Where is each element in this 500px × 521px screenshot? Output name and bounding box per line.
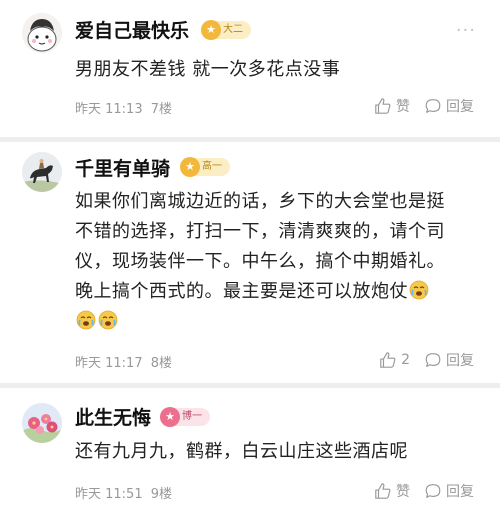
chat-bubble-icon xyxy=(425,353,441,367)
like-label: 赞 xyxy=(396,484,410,500)
like-label: 赞 xyxy=(396,99,410,115)
comment-actions: 2 回复 xyxy=(365,350,474,370)
laughing-tears-emoji-icon xyxy=(76,310,96,330)
chat-bubble-icon xyxy=(425,484,441,498)
badge-label: 博一 xyxy=(182,411,202,422)
thumbs-up-icon xyxy=(380,352,396,368)
comment-text: 男朋友不差钱 就一次多花点没事 xyxy=(75,55,475,85)
comment-card: 此生无悔 ★ 博一 还有九月九，鹤群，白云山庄这些酒店呢 昨天 11:51 9楼… xyxy=(0,388,500,521)
username[interactable]: 千里有单骑 xyxy=(75,154,170,181)
comment-text-line: 还有九月九，鹤群，白云山庄这些酒店呢 xyxy=(75,441,408,462)
star-icon: ★ xyxy=(180,157,200,177)
comment-actions: 赞 回复 xyxy=(360,481,474,501)
reply-label: 回复 xyxy=(446,99,474,115)
level-badge: ★ 高一 xyxy=(180,157,230,177)
floor-number: 9楼 xyxy=(150,487,173,502)
comment-actions: 赞 回复 xyxy=(360,96,474,116)
like-count: 2 xyxy=(401,352,410,368)
like-button[interactable]: 赞 xyxy=(374,96,410,116)
reply-button[interactable]: 回复 xyxy=(424,481,474,501)
floor-number: 7楼 xyxy=(150,102,173,117)
avatar-horse-rider-icon xyxy=(22,152,62,192)
chat-bubble-icon xyxy=(425,99,441,113)
reply-button[interactable]: 回复 xyxy=(424,96,474,116)
timestamp: 昨天 11:13 xyxy=(75,102,143,117)
level-badge: ★ 博一 xyxy=(160,407,210,427)
reply-label: 回复 xyxy=(446,484,474,500)
comment-meta: 昨天 11:13 7楼 xyxy=(75,98,176,117)
username[interactable]: 爱自己最快乐 xyxy=(75,16,189,43)
comment-text-line: 晚上搞个西式的。最主要是还可以放炮仗 xyxy=(75,281,408,302)
star-icon: ★ xyxy=(160,407,180,427)
comment-text-line: 不错的选择，打扫一下，清清爽爽的，请个司 xyxy=(75,221,445,242)
badge-label: 高一 xyxy=(202,161,222,172)
comment-meta: 昨天 11:51 9楼 xyxy=(75,483,176,502)
laughing-tears-emoji-icon xyxy=(409,280,429,300)
thumbs-up-icon xyxy=(375,98,391,114)
comment-text: 还有九月九，鹤群，白云山庄这些酒店呢 xyxy=(75,437,475,467)
comment-text: 如果你们离城边近的话，乡下的大会堂也是挺 不错的选择，打扫一下，清清爽爽的，请个… xyxy=(75,187,475,337)
comment-card: 千里有单骑 ★ 高一 如果你们离城边近的话，乡下的大会堂也是挺 不错的选择，打扫… xyxy=(0,142,500,383)
comment-meta: 昨天 11:17 8楼 xyxy=(75,352,176,371)
like-button[interactable]: 赞 xyxy=(374,481,410,501)
comment-text-line: 男朋友不差钱 就一次多花点没事 xyxy=(75,59,341,80)
more-icon[interactable]: ··· xyxy=(456,20,476,41)
avatar-cartoon-icon xyxy=(22,13,62,53)
avatar[interactable] xyxy=(22,152,62,192)
badge-label: 大二 xyxy=(223,24,243,35)
comment-card: 爱自己最快乐 ★ 大二 ··· 男朋友不差钱 就一次多花点没事 昨天 11:13… xyxy=(0,0,500,137)
avatar[interactable] xyxy=(22,13,62,53)
avatar-flowers-icon xyxy=(22,403,62,443)
timestamp: 昨天 11:51 xyxy=(75,487,143,502)
comment-text-line: 如果你们离城边近的话，乡下的大会堂也是挺 xyxy=(75,191,445,212)
username[interactable]: 此生无悔 xyxy=(75,403,151,430)
timestamp: 昨天 11:17 xyxy=(75,356,143,371)
like-button[interactable]: 2 xyxy=(379,351,410,369)
level-badge: ★ 大二 xyxy=(201,20,251,40)
laughing-tears-emoji-icon xyxy=(98,310,118,330)
thumbs-up-icon xyxy=(375,483,391,499)
comment-text-line: 仪，现场装伴一下。中午么，搞个中期婚礼。 xyxy=(75,251,445,272)
reply-button[interactable]: 回复 xyxy=(424,350,474,370)
avatar[interactable] xyxy=(22,403,62,443)
star-icon: ★ xyxy=(201,20,221,40)
floor-number: 8楼 xyxy=(150,356,173,371)
reply-label: 回复 xyxy=(446,353,474,369)
